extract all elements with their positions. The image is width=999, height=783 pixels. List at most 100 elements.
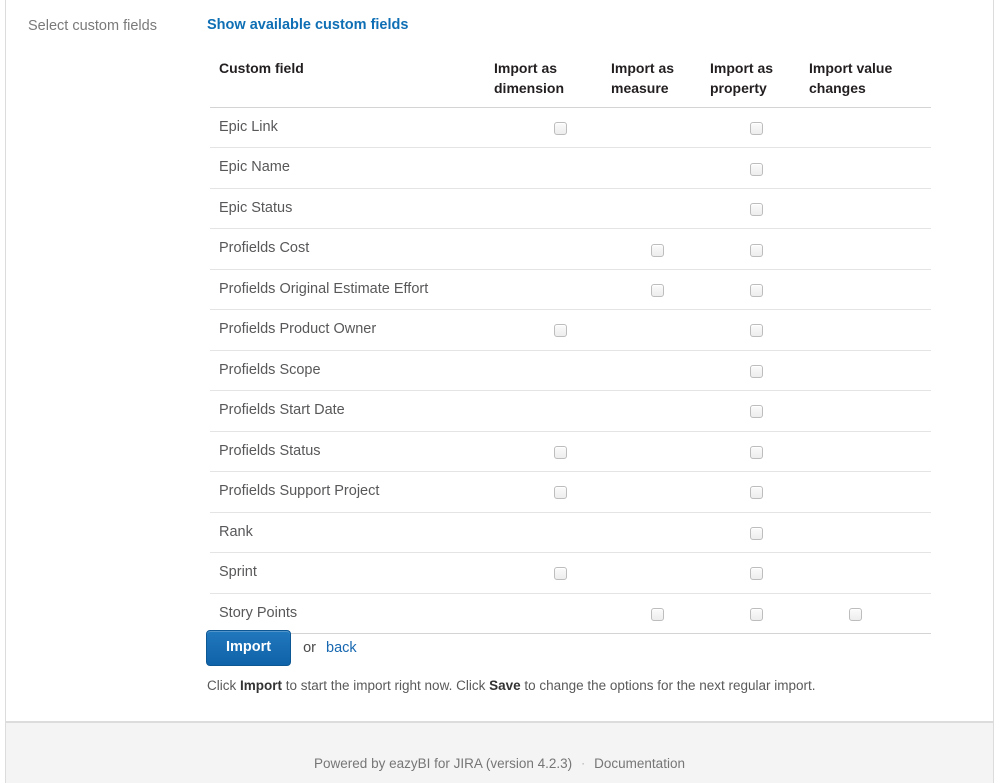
cell-measure	[603, 472, 702, 512]
empty-cell	[651, 401, 664, 414]
empty-cell	[849, 442, 862, 455]
checkbox-import-as-measure[interactable]	[651, 284, 664, 297]
cell-property	[702, 350, 801, 390]
cell-property	[702, 148, 801, 188]
cell-measure	[603, 229, 702, 269]
checkbox-import-as-property[interactable]	[750, 446, 763, 459]
cell-value_changes	[801, 188, 931, 228]
cell-measure	[603, 107, 702, 147]
empty-cell	[651, 199, 664, 212]
checkbox-import-as-property[interactable]	[750, 527, 763, 540]
table-row: Rank	[210, 512, 931, 552]
custom-field-name: Sprint	[210, 553, 486, 593]
cell-property	[702, 391, 801, 431]
cell-value_changes	[801, 512, 931, 552]
table-row: Profields Scope	[210, 350, 931, 390]
checkbox-import-as-property[interactable]	[750, 405, 763, 418]
empty-cell	[554, 361, 567, 374]
table-row: Epic Status	[210, 188, 931, 228]
cell-property	[702, 269, 801, 309]
checkbox-import-as-measure[interactable]	[651, 244, 664, 257]
custom-field-name: Epic Name	[210, 148, 486, 188]
empty-cell	[849, 239, 862, 252]
cell-measure	[603, 188, 702, 228]
checkbox-import-as-property[interactable]	[750, 122, 763, 135]
checkbox-import-as-property[interactable]	[750, 608, 763, 621]
or-label: or	[303, 640, 316, 656]
empty-cell	[554, 158, 567, 171]
checkbox-import-as-property[interactable]	[750, 324, 763, 337]
cell-measure	[603, 431, 702, 471]
cell-measure	[603, 553, 702, 593]
checkbox-import-as-dimension[interactable]	[554, 486, 567, 499]
cell-property	[702, 310, 801, 350]
checkbox-import-as-property[interactable]	[750, 567, 763, 580]
empty-cell	[651, 523, 664, 536]
table-row: Sprint	[210, 553, 931, 593]
cell-property	[702, 431, 801, 471]
empty-cell	[554, 199, 567, 212]
action-bar: Import or back	[206, 630, 357, 666]
documentation-link[interactable]: Documentation	[594, 756, 685, 771]
empty-cell	[554, 401, 567, 414]
cell-dimension	[486, 350, 603, 390]
show-available-custom-fields-link[interactable]: Show available custom fields	[207, 17, 408, 33]
checkbox-import-as-dimension[interactable]	[554, 567, 567, 580]
checkbox-import-as-dimension[interactable]	[554, 324, 567, 337]
empty-cell	[849, 320, 862, 333]
empty-cell	[849, 523, 862, 536]
cell-measure	[603, 269, 702, 309]
cell-property	[702, 593, 801, 633]
cell-dimension	[486, 229, 603, 269]
checkbox-import-as-property[interactable]	[750, 486, 763, 499]
cell-value_changes	[801, 431, 931, 471]
checkbox-import-as-property[interactable]	[750, 284, 763, 297]
cell-dimension	[486, 269, 603, 309]
custom-field-name: Epic Status	[210, 188, 486, 228]
custom-field-name: Epic Link	[210, 107, 486, 147]
hint-middle: to start the import right now. Click	[282, 678, 489, 693]
checkbox-import-as-property[interactable]	[750, 163, 763, 176]
cell-measure	[603, 350, 702, 390]
cell-dimension	[486, 472, 603, 512]
cell-measure	[603, 391, 702, 431]
empty-cell	[849, 482, 862, 495]
header-import-value-changes: Import value changes	[801, 52, 931, 107]
empty-cell	[849, 118, 862, 131]
back-link[interactable]: back	[326, 640, 357, 656]
cell-property	[702, 553, 801, 593]
hint-save-keyword: Save	[489, 678, 521, 693]
checkbox-import-as-property[interactable]	[750, 203, 763, 216]
empty-cell	[554, 523, 567, 536]
page-footer: Powered by eazyBI for JIRA (version 4.2.…	[5, 722, 994, 783]
empty-cell	[651, 482, 664, 495]
empty-cell	[554, 604, 567, 617]
header-import-as-dimension: Import as dimension	[486, 52, 603, 107]
custom-field-name: Profields Scope	[210, 350, 486, 390]
table-row: Epic Link	[210, 107, 931, 147]
table-row: Profields Product Owner	[210, 310, 931, 350]
empty-cell	[651, 563, 664, 576]
empty-cell	[651, 118, 664, 131]
checkbox-import-as-property[interactable]	[750, 244, 763, 257]
checkbox-import-value-changes[interactable]	[849, 608, 862, 621]
checkbox-import-as-measure[interactable]	[651, 608, 664, 621]
checkbox-import-as-dimension[interactable]	[554, 122, 567, 135]
cell-value_changes	[801, 148, 931, 188]
cell-dimension	[486, 593, 603, 633]
table-row: Profields Support Project	[210, 472, 931, 512]
empty-cell	[849, 361, 862, 374]
empty-cell	[554, 280, 567, 293]
cell-dimension	[486, 391, 603, 431]
custom-field-name: Rank	[210, 512, 486, 552]
empty-cell	[849, 401, 862, 414]
cell-value_changes	[801, 269, 931, 309]
cell-measure	[603, 310, 702, 350]
hint-suffix: to change the options for the next regul…	[521, 678, 816, 693]
table-row: Profields Status	[210, 431, 931, 471]
header-custom-field: Custom field	[210, 52, 486, 107]
checkbox-import-as-dimension[interactable]	[554, 446, 567, 459]
checkbox-import-as-property[interactable]	[750, 365, 763, 378]
hint-import-keyword: Import	[240, 678, 282, 693]
import-button[interactable]: Import	[206, 630, 291, 666]
